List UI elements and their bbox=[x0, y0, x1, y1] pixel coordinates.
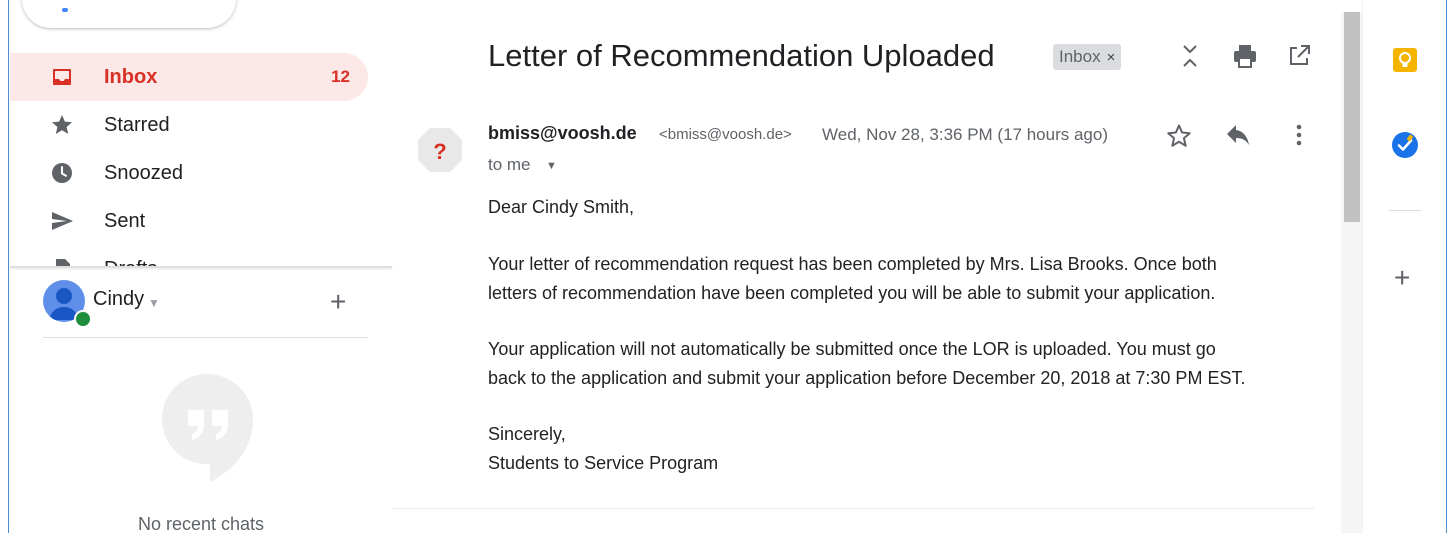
sidebar-item-snoozed[interactable]: Snoozed bbox=[10, 149, 368, 197]
reply-icon[interactable] bbox=[1225, 122, 1253, 150]
email-date: Wed, Nov 28, 3:36 PM (17 hours ago) bbox=[822, 125, 1109, 144]
expand-collapse-icon[interactable] bbox=[1176, 42, 1204, 70]
label-chip-inbox: Inbox × bbox=[1053, 44, 1122, 70]
sidebar-item-label: Sent bbox=[104, 209, 146, 232]
tasks-icon[interactable] bbox=[1391, 131, 1419, 159]
recipient-summary[interactable]: to me bbox=[488, 155, 531, 175]
chevron-down-icon[interactable]: ▼ bbox=[148, 296, 160, 310]
no-recent-chats-text: No recent chats bbox=[138, 514, 265, 534]
side-panel-divider bbox=[1389, 210, 1421, 211]
label-chip-text: Inbox bbox=[1059, 47, 1101, 66]
message-divider bbox=[392, 508, 1314, 509]
scrollbar-thumb[interactable] bbox=[1344, 12, 1360, 222]
window-frame-right bbox=[1446, 0, 1447, 533]
sidebar-partial-clip: Drafts bbox=[0, 244, 392, 266]
chat-divider bbox=[43, 337, 368, 338]
inbox-icon bbox=[53, 69, 71, 85]
window-frame-left bbox=[8, 0, 9, 533]
email-body-line: Your application will not automatically … bbox=[488, 339, 1216, 359]
open-new-window-icon[interactable] bbox=[1285, 42, 1313, 70]
online-status-icon bbox=[74, 310, 92, 328]
draft-icon bbox=[56, 259, 70, 266]
sender-name[interactable]: bmiss@voosh.de bbox=[488, 123, 637, 144]
print-icon[interactable] bbox=[1231, 42, 1259, 70]
compose-plus-icon bbox=[62, 8, 68, 12]
add-icon[interactable]: + bbox=[1394, 262, 1410, 294]
star-icon bbox=[52, 115, 72, 134]
sidebar-item-label: Snoozed bbox=[104, 161, 183, 184]
hangouts-user-name[interactable]: Cindy bbox=[93, 288, 144, 311]
add-chat-icon[interactable]: + bbox=[330, 288, 346, 316]
email-body-line: Your letter of recommendation request ha… bbox=[488, 254, 1217, 274]
remove-label-icon[interactable]: × bbox=[1107, 49, 1116, 66]
email-body-line: back to the application and submit your … bbox=[488, 368, 1246, 388]
sender-avatar-icon[interactable]: ? bbox=[416, 126, 464, 174]
sender-avatar-mark: ? bbox=[433, 139, 446, 164]
hangouts-quote-icon bbox=[162, 374, 253, 482]
email-body-line: letters of recommendation have been comp… bbox=[488, 283, 1216, 303]
sidebar-divider bbox=[10, 266, 392, 268]
sidebar-item-inbox[interactable]: Inbox 12 bbox=[10, 53, 368, 101]
avatar[interactable] bbox=[43, 280, 92, 328]
sidebar-item-starred[interactable]: Starred bbox=[10, 101, 368, 149]
sidebar-item-label: Inbox bbox=[104, 65, 158, 88]
email-body-line: Students to Service Program bbox=[488, 453, 719, 473]
email-subject: Letter of Recommendation Uploaded bbox=[488, 38, 995, 73]
keep-icon[interactable] bbox=[1391, 46, 1419, 74]
sidebar-item-label: Drafts bbox=[104, 258, 157, 267]
send-icon bbox=[52, 212, 73, 230]
more-vert-icon[interactable] bbox=[1285, 122, 1313, 150]
clock-icon bbox=[52, 163, 72, 183]
unread-count: 12 bbox=[331, 67, 350, 86]
star-outline-icon[interactable] bbox=[1165, 122, 1193, 150]
sender-email: <bmiss@voosh.de> bbox=[659, 126, 792, 143]
compose-button[interactable] bbox=[22, 0, 236, 28]
sidebar-item-label: Starred bbox=[104, 113, 170, 136]
sidebar-item-drafts[interactable]: Drafts bbox=[10, 245, 368, 266]
sidebar-item-sent[interactable]: Sent bbox=[10, 197, 368, 245]
email-body-line: Dear Cindy Smith, bbox=[488, 197, 635, 217]
recipient-details-chevron-icon[interactable]: ▼ bbox=[546, 160, 557, 172]
email-body-line: Sincerely, bbox=[488, 424, 566, 444]
